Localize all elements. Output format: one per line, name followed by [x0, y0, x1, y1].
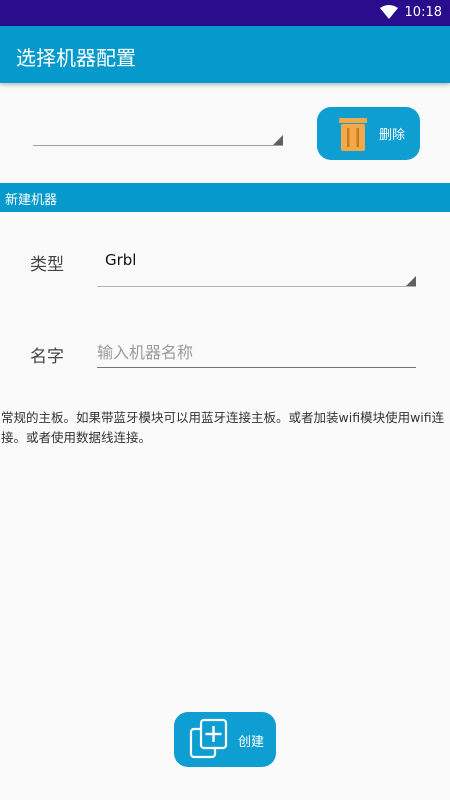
description-text: 常规的主板。如果带蓝牙模块可以用蓝牙连接主板。或者加装wifi模块使用wifi连…	[1, 410, 445, 445]
delete-button-label: 删除	[379, 128, 406, 143]
machine-select[interactable]	[33, 115, 283, 146]
trash-icon	[339, 118, 367, 151]
type-select[interactable]: Grbl	[97, 243, 416, 287]
machine-name-input[interactable]	[97, 337, 416, 368]
type-select-value: Grbl	[105, 251, 137, 269]
page-title: 选择机器配置	[16, 46, 136, 70]
wifi-icon	[380, 5, 398, 19]
section-header: 新建机器	[0, 183, 450, 212]
status-time: 10:18	[404, 5, 442, 20]
dropdown-arrow-icon	[273, 135, 283, 145]
dropdown-arrow-icon	[406, 276, 416, 286]
create-button-label: 创建	[238, 735, 265, 750]
status-bar: 10:18	[0, 0, 450, 26]
section-title: 新建机器	[5, 193, 58, 208]
app-bar: 选择机器配置	[0, 26, 450, 83]
type-label: 类型	[30, 255, 64, 275]
name-label: 名字	[30, 347, 64, 367]
add-copy-icon	[189, 718, 228, 759]
delete-button[interactable]: 删除	[317, 107, 420, 160]
create-button[interactable]: 创建	[174, 712, 276, 767]
